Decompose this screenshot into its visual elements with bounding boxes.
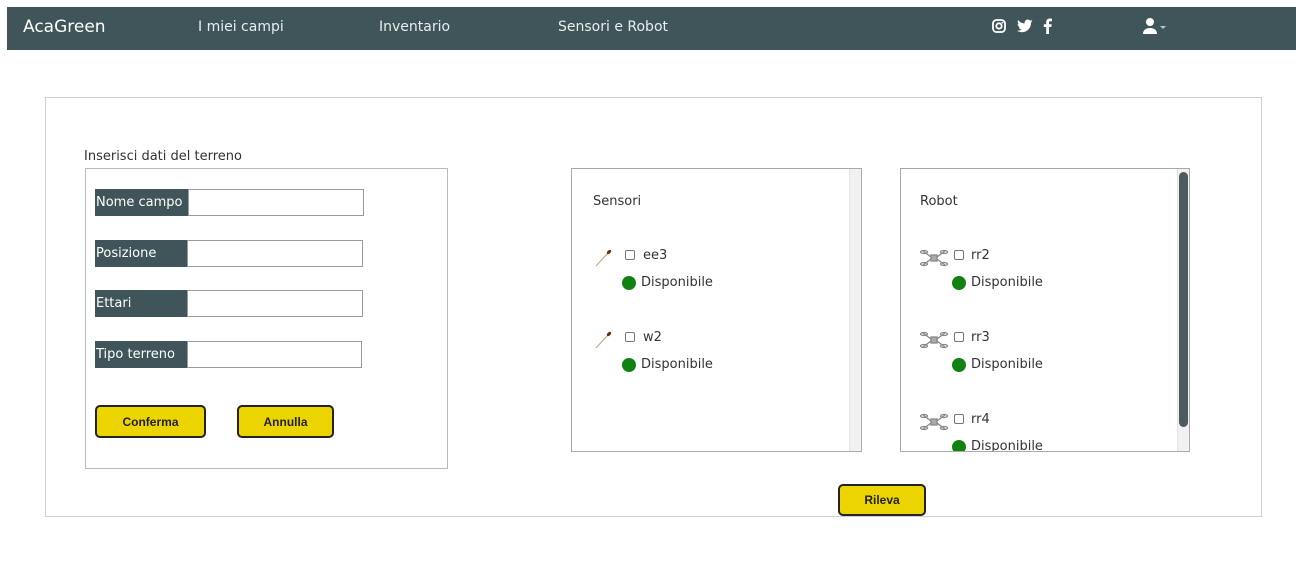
sensor-checkbox-ee3[interactable] [625, 250, 635, 260]
sensor-checkbox-w2[interactable] [625, 332, 635, 342]
position-input[interactable] [187, 240, 363, 267]
robot-status-rr2: Disponibile [971, 275, 1043, 290]
field-label-name: Nome campo [95, 189, 188, 216]
sensor-status-ee3: Disponibile [641, 275, 713, 290]
robot-status-rr4: Disponibile [971, 439, 1043, 452]
confirm-button[interactable]: Conferma [95, 405, 206, 438]
cancel-button[interactable]: Annulla [237, 405, 334, 438]
field-label-position: Posizione [95, 240, 188, 267]
instagram-icon[interactable] [992, 19, 1006, 37]
robot-name-rr2: rr2 [971, 248, 990, 263]
sensor-name-w2: w2 [643, 330, 662, 345]
robot-drone-icon [920, 249, 948, 267]
sensor-status-w2: Disponibile [641, 357, 713, 372]
robot-drone-icon [920, 331, 948, 349]
field-name-input[interactable] [188, 189, 364, 216]
status-dot-rr3 [952, 358, 966, 372]
robots-scrollbar-track[interactable] [1177, 169, 1189, 451]
robot-checkbox-rr3[interactable] [954, 332, 964, 342]
status-dot-rr4 [952, 440, 966, 451]
detect-button[interactable]: Rileva [838, 484, 926, 516]
sensor-probe-icon [595, 331, 612, 349]
nav-link-inventory[interactable]: Inventario [379, 19, 450, 35]
sensors-panel: Sensori ee3 Disponibile w2 Disponibile [571, 168, 862, 452]
nav-link-sensors-robots[interactable]: Sensori e Robot [558, 19, 668, 35]
robots-panel: Robot rr2 Disponibile rr3 Disponibile rr… [900, 168, 1190, 452]
robot-checkbox-rr2[interactable] [954, 250, 964, 260]
robot-drone-icon [920, 413, 948, 431]
nav-link-my-fields[interactable]: I miei campi [198, 19, 284, 35]
status-dot-rr2 [952, 276, 966, 290]
status-dot-w2 [622, 358, 636, 372]
sensors-panel-title: Sensori [593, 194, 642, 209]
field-label-hectares: Ettari [95, 290, 187, 317]
sensor-probe-icon [595, 249, 612, 267]
robot-name-rr3: rr3 [971, 330, 990, 345]
robot-checkbox-rr4[interactable] [954, 414, 964, 424]
field-label-soil-type: Tipo terreno [95, 341, 187, 368]
robot-name-rr4: rr4 [971, 412, 990, 427]
sensor-name-ee3: ee3 [643, 248, 668, 263]
sensors-scrollbar[interactable] [849, 169, 861, 451]
robot-status-rr3: Disponibile [971, 357, 1043, 372]
soil-type-input[interactable] [187, 341, 362, 368]
user-icon [1143, 18, 1166, 34]
facebook-icon[interactable] [1043, 18, 1052, 38]
brand-logo[interactable]: AcaGreen [23, 17, 106, 37]
user-menu-button[interactable] [1143, 17, 1167, 39]
top-navbar: AcaGreen I miei campi Inventario Sensori… [7, 7, 1296, 50]
robots-scrollbar-thumb[interactable] [1179, 172, 1188, 427]
twitter-icon[interactable] [1017, 19, 1033, 37]
status-dot-ee3 [622, 276, 636, 290]
hectares-input[interactable] [187, 290, 363, 317]
form-caption: Inserisci dati del terreno [84, 149, 242, 164]
robots-panel-title: Robot [920, 194, 958, 209]
